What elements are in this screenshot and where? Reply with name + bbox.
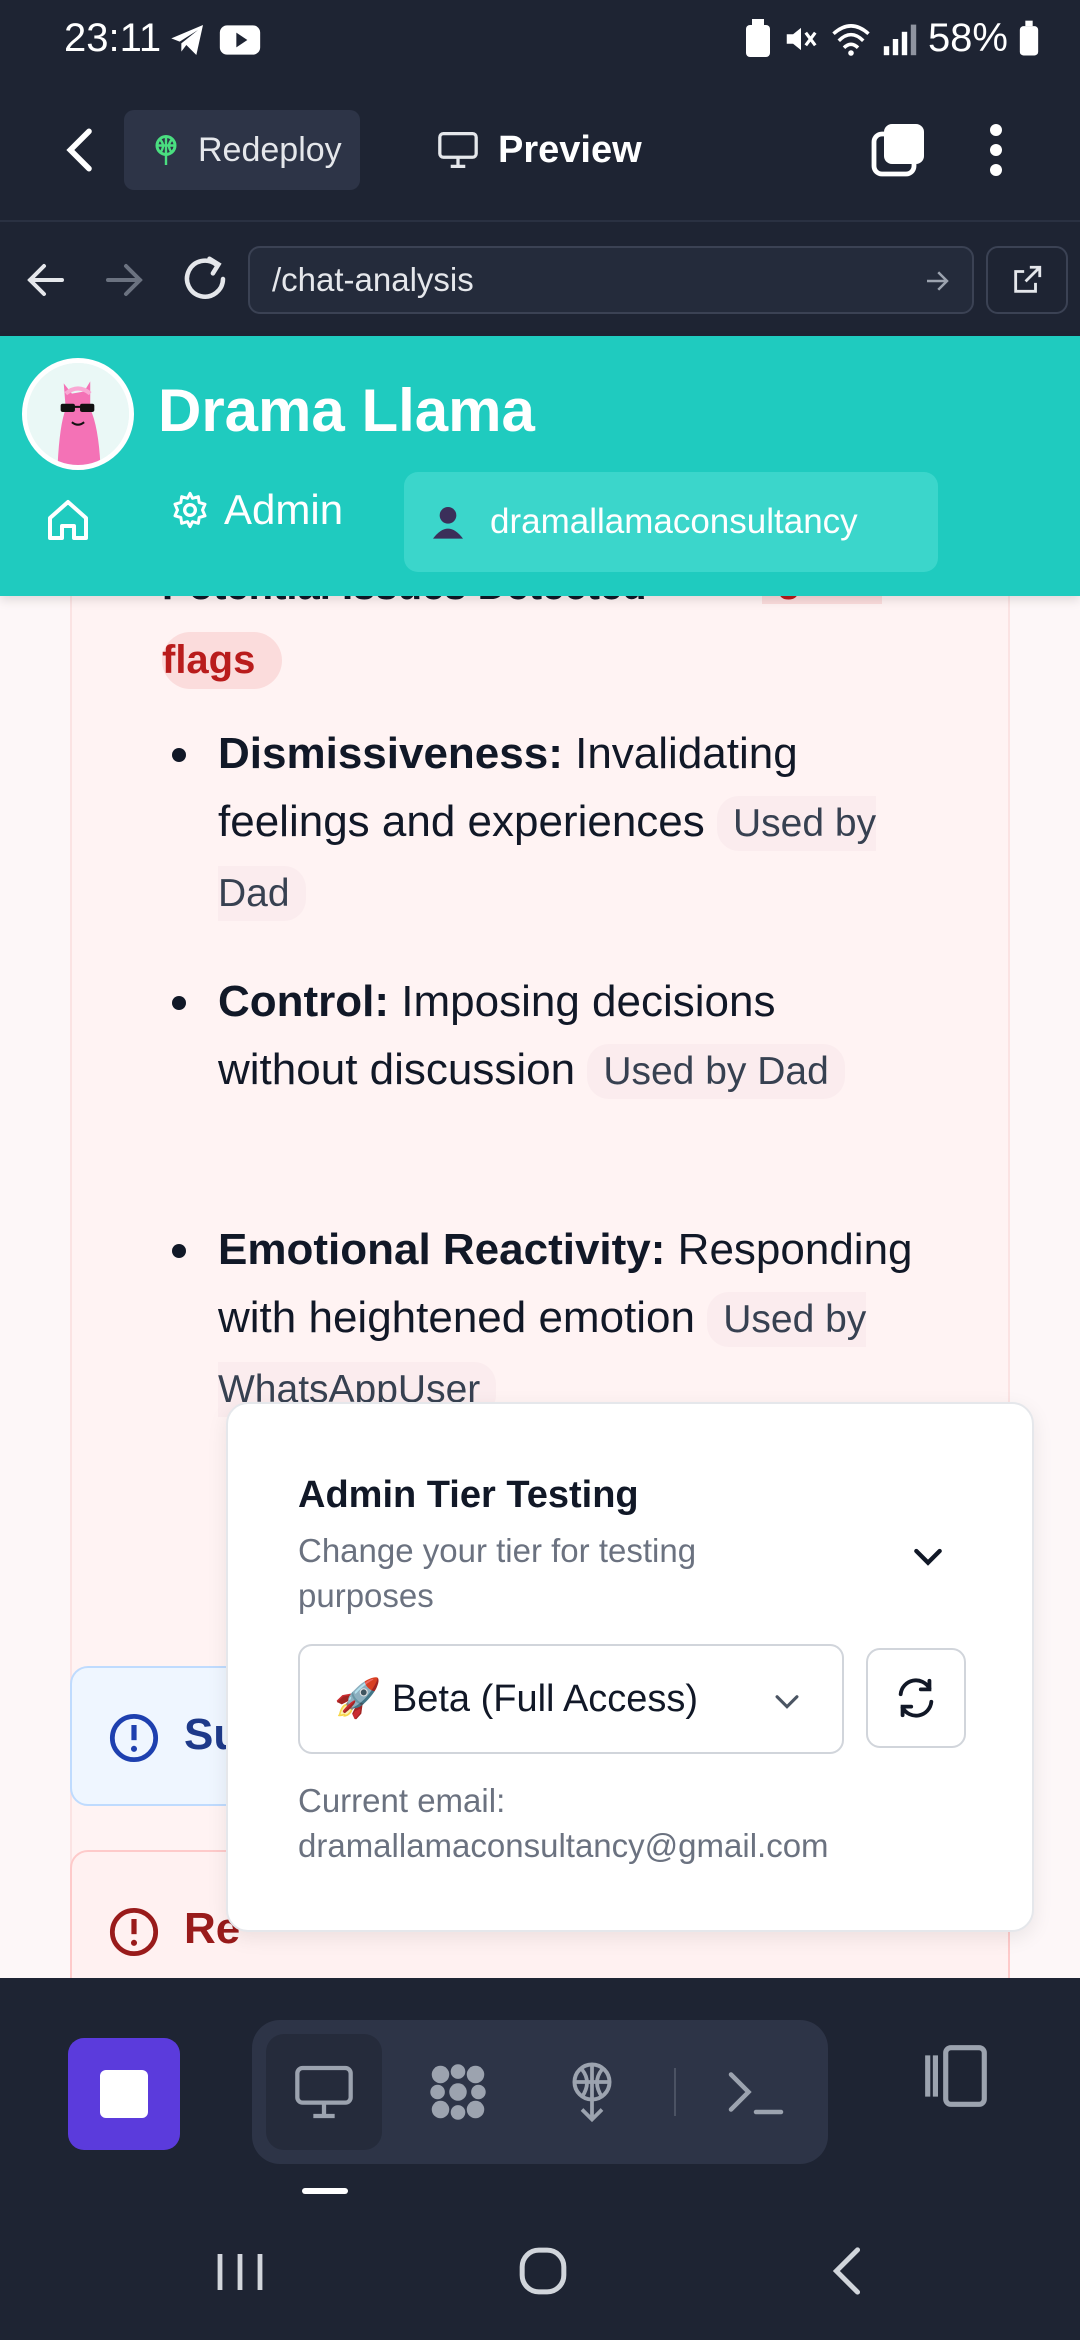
status-notification-icons [168, 20, 262, 60]
alert-icon [109, 1907, 159, 1957]
agent-tool[interactable] [400, 2034, 516, 2150]
tier-panel-subtitle: Change your tier for testing purposes [298, 1532, 697, 1614]
battery-percent: 58% [927, 16, 1008, 60]
issue-item-dismissiveness: Dismissiveness: Invalidating feelings an… [172, 720, 920, 928]
deploy-tool[interactable] [534, 2034, 650, 2150]
browser-back-icon[interactable] [22, 256, 70, 304]
signal-icon [883, 24, 917, 55]
layout-toggle-icon[interactable] [920, 2040, 992, 2112]
red-flags-badge-text: flags [162, 638, 256, 682]
status-bar: 23:11 58% [0, 0, 1080, 84]
redeploy-label: Redeploy [198, 130, 342, 169]
bullet [172, 748, 186, 762]
browser-forward-icon[interactable] [100, 256, 148, 304]
tool-group [252, 2020, 828, 2164]
preview-tool[interactable] [266, 2034, 382, 2150]
stop-icon [100, 2070, 148, 2118]
more-vertical-icon[interactable] [976, 120, 1016, 180]
brand-title[interactable]: Drama Llama [158, 376, 535, 445]
red-flags-badge-wrap: flags [162, 632, 282, 689]
home-icon[interactable] [44, 496, 92, 544]
admin-link[interactable]: Admin [170, 486, 343, 534]
youtube-icon [219, 25, 261, 55]
current-email-label: Current email: [298, 1782, 506, 1819]
deploy-icon [155, 135, 177, 165]
used-by-badge: Used by Dad [587, 1044, 845, 1099]
redeploy-button[interactable]: Redeploy [124, 110, 360, 190]
issue-title: Control: [218, 977, 390, 1026]
monitor-icon [438, 131, 478, 168]
info-icon [109, 1713, 159, 1763]
gear-icon [173, 491, 207, 529]
llama-logo[interactable] [22, 358, 134, 470]
tier-selected-value: 🚀 Beta (Full Access) [334, 1678, 699, 1720]
browser-bar: /chat-analysis [0, 220, 1080, 336]
tier-panel-title: Admin Tier Testing [298, 1474, 639, 1516]
preview-button[interactable]: Preview [436, 110, 642, 190]
monitor-icon [295, 2065, 353, 2119]
user-icon [433, 507, 463, 539]
telegram-icon [171, 25, 203, 55]
site-header: Drama Llama Admin dramallamaconsultancy [0, 336, 1080, 596]
open-external-button[interactable] [986, 246, 1068, 314]
agent-icon [430, 2064, 486, 2120]
url-text: /chat-analysis [272, 261, 474, 298]
app-bar: Redeploy Preview [0, 84, 1080, 220]
chevron-down-icon[interactable] [908, 1536, 948, 1576]
refresh-tier-button[interactable] [866, 1648, 966, 1748]
external-link-icon [1014, 265, 1042, 293]
preview-label: Preview [498, 128, 642, 171]
current-email: Current email: dramallamaconsultancy@gma… [298, 1778, 829, 1868]
issue-item-emotional-reactivity: Emotional Reactivity: Responding with he… [172, 1216, 920, 1424]
user-account-chip[interactable]: dramallamaconsultancy [404, 472, 938, 572]
system-back-icon[interactable] [826, 2246, 866, 2296]
battery-icon [1019, 20, 1039, 55]
shell-tool[interactable] [698, 2034, 814, 2150]
android-nav-bar [0, 2202, 1080, 2340]
select-chevron-icon [775, 1695, 799, 1709]
tabs-icon[interactable] [868, 120, 928, 180]
llama-icon [27, 363, 129, 465]
back-arrow-icon[interactable] [54, 122, 110, 178]
admin-tier-panel: Admin Tier Testing Change your tier for … [226, 1402, 1034, 1932]
issue-item-control: Control: Imposing decisions without disc… [172, 968, 920, 1106]
recents-icon[interactable] [214, 2250, 266, 2294]
refresh-icon [898, 1678, 934, 1718]
mute-icon [786, 27, 817, 50]
tool-divider [674, 2068, 676, 2116]
issue-title: Dismissiveness: [218, 729, 563, 778]
active-tool-indicator [302, 2188, 348, 2194]
terminal-icon [728, 2072, 784, 2115]
bullet [172, 1244, 186, 1258]
go-arrow-icon[interactable] [922, 266, 952, 296]
status-system-icons: 58% [744, 16, 1040, 61]
issue-title: Emotional Reactivity: [218, 1225, 666, 1274]
status-time: 23:11 [64, 16, 162, 60]
username: dramallamaconsultancy [490, 502, 858, 541]
home-circle-icon[interactable] [518, 2246, 568, 2296]
current-email-value: dramallamaconsultancy@gmail.com [298, 1827, 829, 1864]
bullet [172, 996, 186, 1010]
battery-saver-icon [745, 18, 770, 57]
url-input[interactable]: /chat-analysis [248, 246, 974, 314]
reload-icon[interactable] [178, 252, 232, 306]
deploy-icon [572, 2062, 612, 2123]
tier-select[interactable]: 🚀 Beta (Full Access) [298, 1644, 844, 1754]
stop-button[interactable] [68, 2038, 180, 2150]
bottom-tool-bar [0, 1978, 1080, 2202]
admin-label: Admin [224, 486, 344, 533]
wifi-icon [832, 23, 870, 56]
